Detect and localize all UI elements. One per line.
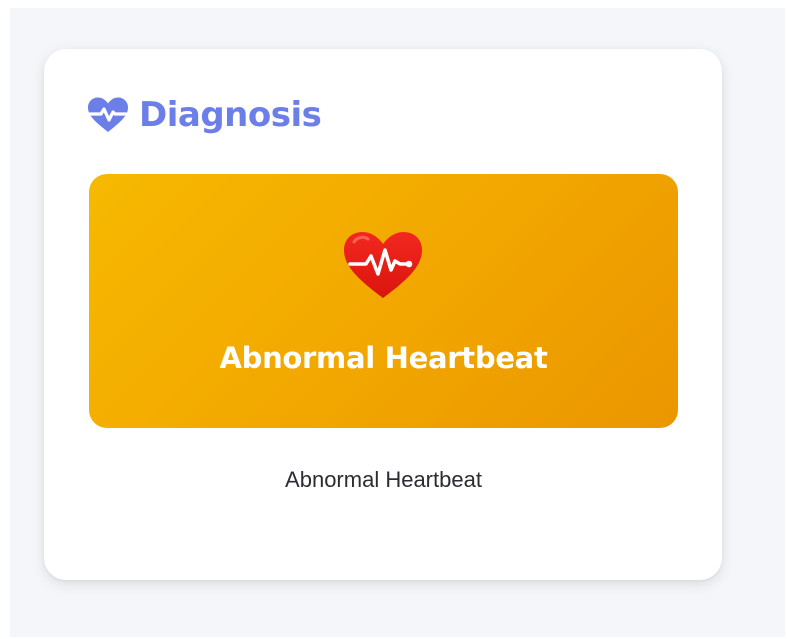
- card-title: Diagnosis: [139, 95, 322, 135]
- diagnosis-result-title: Abnormal Heartbeat: [219, 341, 548, 375]
- heart-pulse-icon: [344, 232, 422, 298]
- page-background: Diagnosis Abnormal Heartbeat Abnormal He…: [10, 8, 785, 637]
- card-header: Diagnosis: [87, 92, 322, 138]
- diagnosis-card: Diagnosis Abnormal Heartbeat Abnormal He…: [44, 49, 722, 580]
- diagnosis-result-caption: Abnormal Heartbeat: [285, 467, 482, 492]
- diagnosis-banner: Abnormal Heartbeat: [89, 174, 678, 428]
- heart-pulse-icon: [88, 97, 128, 132]
